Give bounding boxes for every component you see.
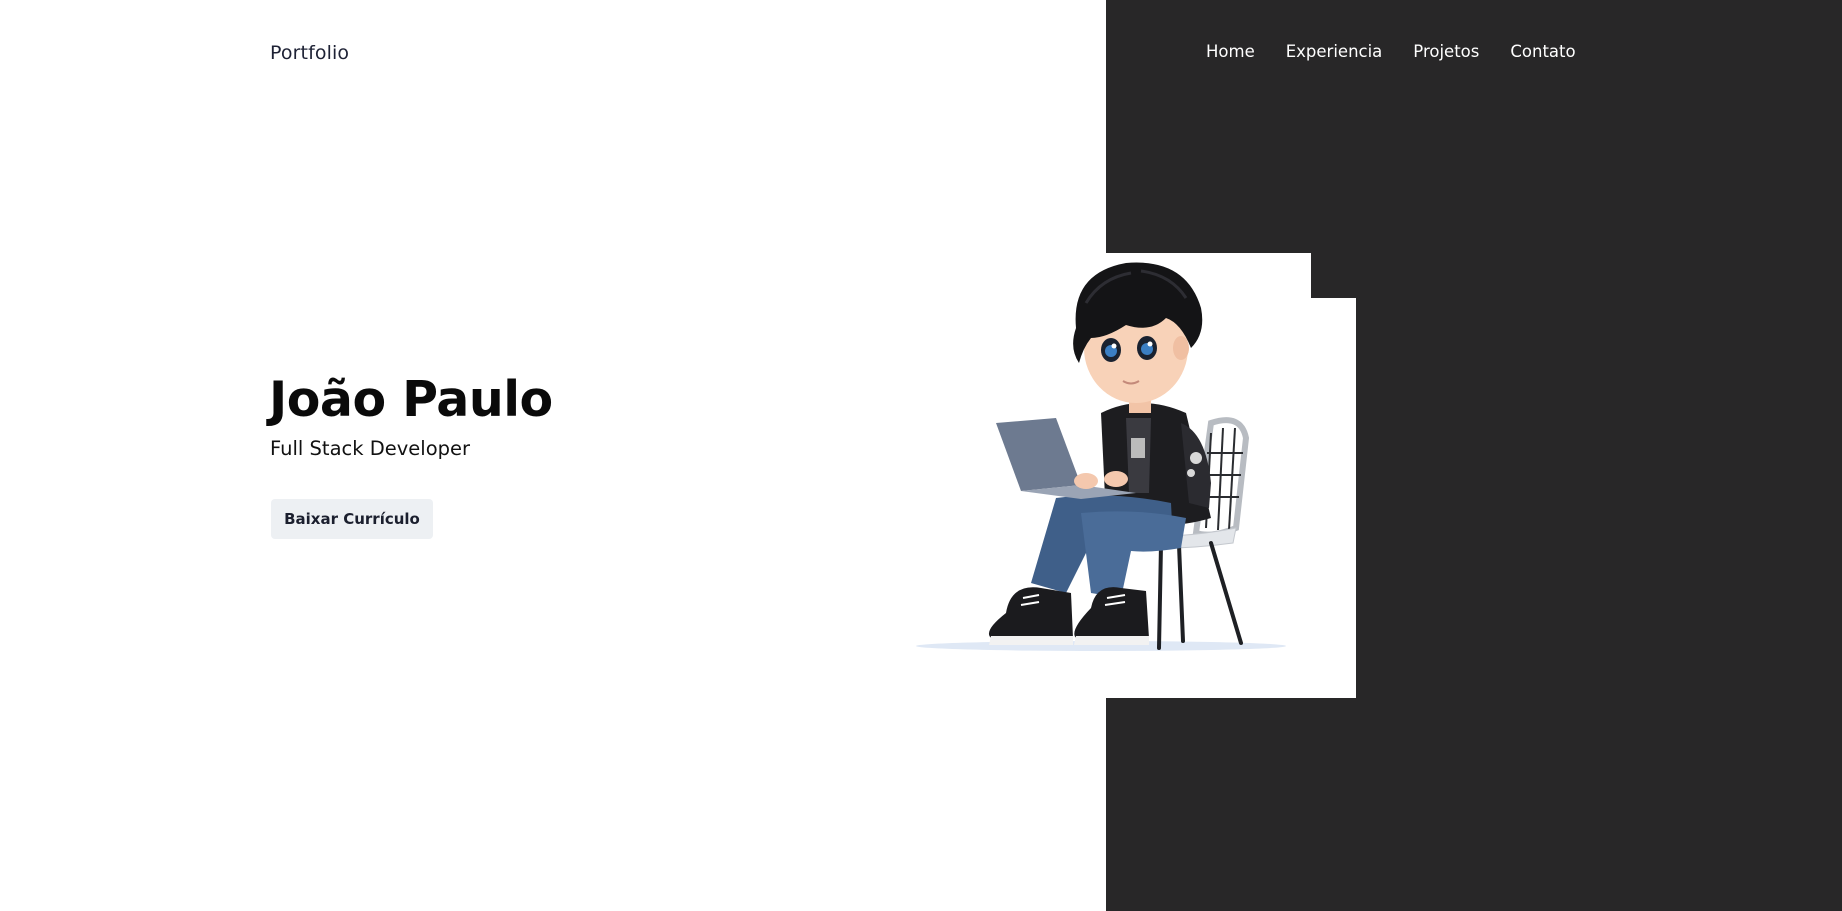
avatar-illustration-icon bbox=[916, 262, 1286, 651]
nav-projetos[interactable]: Projetos bbox=[1413, 42, 1479, 61]
nav-contato[interactable]: Contato bbox=[1510, 42, 1575, 61]
download-cv-button[interactable]: Baixar Currículo bbox=[271, 499, 433, 539]
logo[interactable]: Portfolio bbox=[270, 42, 349, 64]
page: Portfolio Home Experiencia Projetos Cont… bbox=[0, 0, 1842, 911]
main-nav: Home Experiencia Projetos Contato bbox=[1206, 42, 1576, 61]
profile-photo bbox=[911, 253, 1311, 653]
hero-name: João Paulo bbox=[269, 371, 553, 428]
nav-home[interactable]: Home bbox=[1206, 42, 1255, 61]
hero-role: Full Stack Developer bbox=[270, 437, 471, 460]
nav-experiencia[interactable]: Experiencia bbox=[1286, 42, 1383, 61]
